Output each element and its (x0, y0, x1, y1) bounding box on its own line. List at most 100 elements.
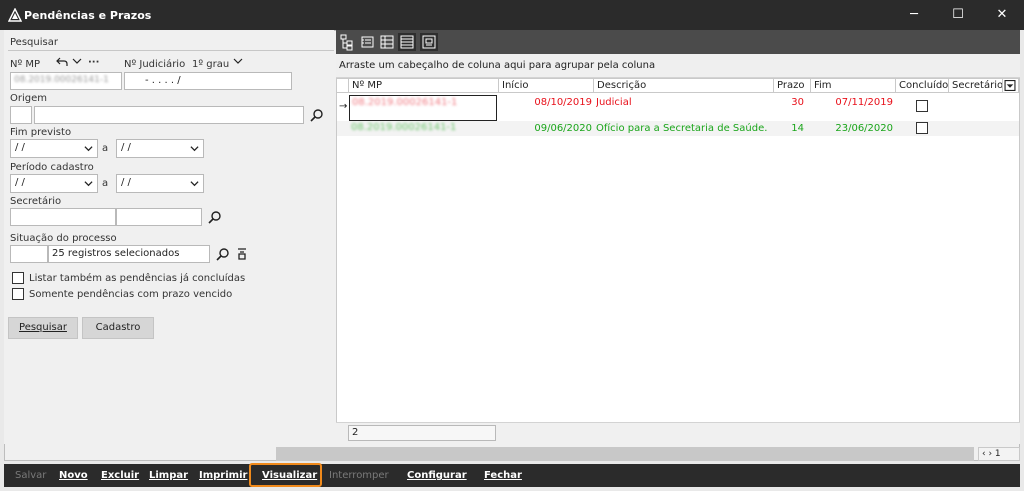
chk-vencido-label: Somente pendências com prazo vencido (29, 289, 233, 300)
close-button[interactable]: ✕ (980, 0, 1024, 30)
horizontal-scrollbar[interactable] (276, 447, 974, 461)
origem-search-icon[interactable] (310, 108, 324, 122)
situacao-code-input[interactable] (10, 245, 48, 263)
collapse-icon[interactable] (358, 33, 376, 51)
title-bar: Pendências e Prazos ─ ☐ ✕ (0, 0, 1024, 30)
row1-fim: 07/11/2019 (835, 97, 893, 108)
periodo-from-select[interactable]: / / (10, 174, 98, 193)
row1-prazo: 30 (791, 97, 804, 108)
pesquisar-button[interactable]: Pesquisar (8, 317, 78, 339)
chevron-down-icon (190, 181, 199, 187)
periodo-a-label: a (102, 178, 109, 189)
row2-nmp: 08.2019.00026141-1 (351, 122, 457, 133)
search-title: Pesquisar (10, 37, 58, 48)
chk-vencido[interactable] (12, 288, 24, 300)
origem-label: Origem (10, 93, 48, 104)
judicial-input[interactable]: - . . . . / (124, 72, 292, 90)
col-fim[interactable]: Fim (811, 79, 896, 93)
interromper-button[interactable]: Interromper (329, 470, 389, 481)
table-view-icon[interactable] (378, 33, 396, 51)
fim-to-value: / / (121, 142, 131, 153)
current-row-arrow-icon: → (339, 101, 348, 112)
undo-icon[interactable] (56, 56, 68, 68)
grid-view-icon[interactable] (398, 33, 416, 51)
table-row[interactable]: → 08.2019.00026141-1 08/10/2019 Judicial… (337, 94, 1019, 121)
page-prev-next-icon[interactable]: ‹ › (982, 449, 995, 459)
more-options-icon[interactable]: ··· (88, 57, 99, 68)
judicial-label: Nº Judiciário (124, 59, 186, 70)
col-nmp[interactable]: Nº MP (349, 79, 499, 93)
column-chooser-button[interactable] (1003, 79, 1019, 93)
salvar-button[interactable]: Salvar (15, 470, 46, 481)
periodo-to-select[interactable]: / / (116, 174, 204, 193)
nmp-label: Nº MP (10, 59, 41, 70)
row1-concluido-checkbox[interactable] (916, 100, 928, 112)
fim-a-label: a (102, 143, 109, 154)
secretario-input[interactable] (116, 208, 202, 226)
search-panel: Pesquisar Nº MP ··· Nº Judiciário 1º gra… (4, 30, 334, 444)
fim-from-select[interactable]: / / (10, 139, 98, 158)
minimize-button[interactable]: ─ (892, 0, 936, 30)
nmp-input[interactable]: 08.2019.00026141-1 (10, 72, 122, 90)
grau-label: 1º grau (192, 59, 230, 70)
imprimir-button[interactable]: Imprimir (199, 470, 247, 481)
situacao-search-icon[interactable] (216, 247, 230, 261)
configurar-button[interactable]: Configurar (407, 470, 467, 481)
excluir-button[interactable]: Excluir (101, 470, 139, 481)
chevron-down-icon (84, 146, 93, 152)
action-bar: Salvar Novo Excluir Limpar Imprimir Visu… (4, 464, 1020, 487)
situacao-input[interactable]: 25 registros selecionados (48, 245, 210, 263)
col-secretario[interactable]: Secretário (949, 79, 1003, 93)
periodo-to-value: / / (121, 177, 131, 188)
row1-inicio: 08/10/2019 (534, 97, 592, 108)
results-grid: Nº MP Início Descrição Prazo Fim Concluí… (336, 78, 1020, 444)
chevron-down-icon (84, 181, 93, 187)
chevron-down-icon[interactable] (72, 56, 82, 66)
secretario-code-input[interactable] (10, 208, 116, 226)
col-concluido[interactable]: Concluído (896, 79, 949, 93)
origem-code-input[interactable] (10, 106, 32, 124)
secretario-search-icon[interactable] (208, 210, 222, 224)
novo-button[interactable]: Novo (59, 470, 88, 481)
row2-descricao: Ofício para a Secretaria de Saúde. (596, 123, 768, 134)
chevron-down-icon (1004, 80, 1016, 91)
row2-nmp-cell[interactable]: 08.2019.00026141-1 (349, 121, 497, 136)
row1-nmp-cell[interactable]: 08.2019.00026141-1 (349, 95, 497, 121)
grau-chevron-icon[interactable] (233, 56, 243, 66)
secretario-label: Secretário (10, 196, 62, 207)
row2-concluido-checkbox[interactable] (916, 122, 928, 134)
chevron-down-icon (190, 146, 199, 152)
col-descricao[interactable]: Descrição (594, 79, 774, 93)
limpar-button[interactable]: Limpar (149, 470, 188, 481)
chk-concluidas[interactable] (12, 272, 24, 284)
periodo-label: Período cadastro (10, 162, 94, 173)
origem-input[interactable] (34, 106, 304, 124)
grid-toolbar (336, 30, 1020, 54)
fechar-button[interactable]: Fechar (484, 470, 522, 481)
page-navigator[interactable]: ‹ › 1 (978, 447, 1020, 461)
maximize-button[interactable]: ☐ (936, 0, 980, 30)
tree-view-icon[interactable] (338, 33, 356, 51)
situacao-label: Situação do processo (10, 233, 117, 244)
form-view-icon[interactable] (420, 33, 438, 51)
results-panel: Arraste um cabeçalho de coluna aqui para… (336, 30, 1020, 444)
visualizar-highlight (249, 463, 322, 487)
row1-descricao: Judicial (596, 97, 632, 108)
record-count: 2 (348, 425, 496, 441)
col-inicio[interactable]: Início (499, 79, 594, 93)
nmp-value: 08.2019.00026141-1 (14, 75, 109, 85)
row1-nmp: 08.2019.00026141-1 (352, 97, 458, 108)
app-logo-icon (8, 8, 22, 22)
table-row[interactable]: 08.2019.00026141-1 09/06/2020 Ofício par… (337, 121, 1019, 136)
page-number: 1 (994, 449, 1001, 459)
clear-filter-icon[interactable] (236, 247, 248, 261)
grid-footer: 2 (336, 422, 1020, 444)
row-indicator-header (337, 79, 349, 93)
row2-fim: 23/06/2020 (835, 123, 893, 134)
chk-concluidas-label: Listar também as pendências já concluída… (29, 273, 246, 284)
cadastro-button[interactable]: Cadastro (82, 317, 154, 339)
col-prazo[interactable]: Prazo (774, 79, 811, 93)
group-by-area[interactable]: Arraste um cabeçalho de coluna aqui para… (336, 54, 1020, 78)
fim-to-select[interactable]: / / (116, 139, 204, 158)
row2-prazo: 14 (791, 123, 804, 134)
